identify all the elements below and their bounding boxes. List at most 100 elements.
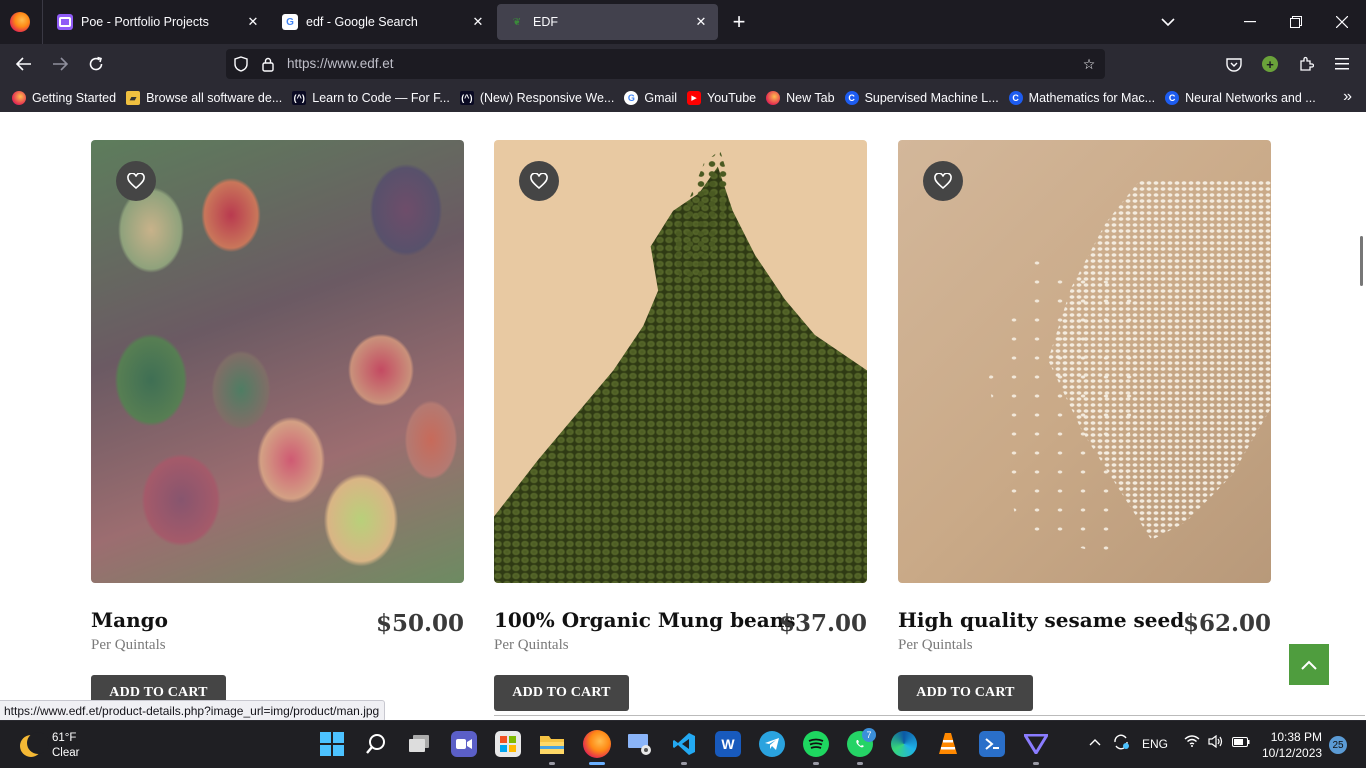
- product-price: $37.00: [778, 610, 867, 637]
- tab-google-search[interactable]: G edf - Google Search ✕: [270, 4, 495, 40]
- notification-count-badge[interactable]: 25: [1329, 736, 1347, 754]
- powershell-icon[interactable]: [979, 731, 1005, 757]
- sync-icon[interactable]: [1112, 734, 1130, 753]
- product-unit: Per Quintals: [898, 637, 973, 653]
- running-indicator: [549, 762, 555, 765]
- bookmark-label: Browse all software de...: [146, 91, 283, 105]
- show-hidden-icons-chevron-icon[interactable]: [1089, 735, 1101, 749]
- heart-icon[interactable]: [519, 161, 559, 201]
- hamburger-menu-icon[interactable]: [1330, 52, 1354, 76]
- reload-icon[interactable]: [84, 52, 108, 76]
- close-icon[interactable]: ✕: [469, 13, 487, 31]
- product-name[interactable]: Mango: [91, 608, 168, 632]
- heart-icon[interactable]: [116, 161, 156, 201]
- vscode-icon[interactable]: [671, 731, 697, 757]
- section-divider: [494, 715, 1365, 716]
- battery-icon[interactable]: [1232, 736, 1250, 750]
- scroll-to-top-button[interactable]: [1289, 644, 1329, 685]
- remote-desktop-icon[interactable]: [627, 731, 653, 757]
- bookmark-new-tab[interactable]: New Tab: [766, 91, 835, 105]
- bookmark-label: Gmail: [644, 91, 678, 105]
- bookmark-gmail[interactable]: G Gmail: [624, 91, 677, 105]
- file-explorer-icon[interactable]: [539, 731, 565, 757]
- language-indicator[interactable]: ENG: [1142, 737, 1168, 751]
- new-tab-plus-icon[interactable]: +: [728, 11, 750, 34]
- edge-icon[interactable]: [891, 731, 917, 757]
- firefox-icon: [766, 91, 781, 105]
- bookmark-getting-started[interactable]: Getting Started: [12, 91, 116, 105]
- url-text: https://www.edf.et: [287, 56, 394, 71]
- pocket-icon[interactable]: [1222, 52, 1246, 76]
- extensions-puzzle-icon[interactable]: [1294, 52, 1318, 76]
- tracking-protection-shield-icon[interactable]: [231, 54, 251, 74]
- telegram-icon[interactable]: [759, 731, 785, 757]
- google-icon: G: [624, 91, 639, 105]
- search-icon[interactable]: [363, 731, 389, 757]
- bookmark-neural-networks[interactable]: C Neural Networks and ...: [1165, 91, 1316, 105]
- product-card-mango: Mango $50.00 Per Quintals ADD TO CART: [91, 140, 464, 711]
- coursera-icon: C: [844, 91, 859, 105]
- wifi-icon[interactable]: [1184, 735, 1200, 750]
- lock-icon[interactable]: [258, 54, 278, 74]
- poe-icon: [57, 14, 73, 30]
- add-to-cart-button[interactable]: ADD TO CART: [494, 675, 629, 711]
- tab-separator: [42, 0, 43, 44]
- bookmark-supervised-ml[interactable]: C Supervised Machine L...: [844, 91, 999, 105]
- extension-green-icon[interactable]: +: [1258, 52, 1282, 76]
- close-window-icon[interactable]: [1330, 10, 1354, 34]
- tab-title: EDF: [533, 15, 558, 29]
- software-icon: ▰: [126, 91, 141, 105]
- windows-start-icon[interactable]: [319, 731, 345, 757]
- spotify-icon[interactable]: [803, 731, 829, 757]
- firefox-menu-icon[interactable]: [10, 12, 30, 32]
- firefox-taskbar-icon[interactable]: [583, 730, 611, 758]
- restore-icon[interactable]: [1284, 10, 1308, 34]
- bookmark-label: Mathematics for Mac...: [1028, 91, 1156, 105]
- edf-leaf-icon: ❦: [512, 16, 522, 28]
- mango-product-image[interactable]: [91, 140, 464, 583]
- web-page: Mango $50.00 Per Quintals ADD TO CART 10…: [0, 112, 1366, 720]
- product-price: $50.00: [375, 610, 464, 637]
- bookmark-label: New Tab: [786, 91, 835, 105]
- bookmark-label: Getting Started: [32, 91, 117, 105]
- product-card-sesame-seed: High quality sesame seed $62.00 Per Quin…: [898, 140, 1271, 711]
- page-scrollbar-thumb[interactable]: [1360, 236, 1363, 286]
- microsoft-store-icon[interactable]: [495, 731, 521, 757]
- clock-date: 10/12/2023: [1262, 746, 1323, 760]
- mung-beans-product-image[interactable]: [494, 140, 867, 583]
- vlc-icon[interactable]: [935, 731, 961, 757]
- bookmark-learn-to-code[interactable]: (^) Learn to Code — For F...: [292, 91, 450, 105]
- tab-title: Poe - Portfolio Projects: [81, 15, 209, 29]
- close-icon[interactable]: ✕: [244, 13, 262, 31]
- list-all-tabs-chevron-icon[interactable]: [1156, 10, 1180, 34]
- back-arrow-icon[interactable]: [12, 52, 36, 76]
- heart-icon[interactable]: [923, 161, 963, 201]
- close-icon[interactable]: ✕: [692, 13, 710, 31]
- sesame-seed-product-image[interactable]: [898, 140, 1271, 583]
- tab-poe[interactable]: Poe - Portfolio Projects ✕: [45, 4, 270, 40]
- volume-icon[interactable]: [1208, 734, 1224, 751]
- add-to-cart-button[interactable]: ADD TO CART: [898, 675, 1033, 711]
- navigation-toolbar: https://www.edf.et ☆ +: [0, 44, 1366, 84]
- url-bar[interactable]: https://www.edf.et ☆: [226, 49, 1105, 79]
- bookmark-mathematics[interactable]: C Mathematics for Mac...: [1008, 91, 1156, 105]
- bookmark-star-icon[interactable]: ☆: [1079, 54, 1099, 74]
- chat-camera-icon[interactable]: [451, 731, 477, 757]
- weather-condition: Clear: [52, 747, 80, 759]
- vpn-triangle-icon[interactable]: [1023, 731, 1049, 757]
- system-clock[interactable]: 10:38 PM 10/12/2023: [1262, 729, 1322, 761]
- minimize-icon[interactable]: [1238, 10, 1262, 34]
- bookmark-youtube[interactable]: ▶ YouTube: [687, 91, 756, 105]
- product-name[interactable]: 100% Organic Mung beans: [494, 608, 796, 632]
- word-icon[interactable]: W: [715, 731, 741, 757]
- link-status-url: https://www.edf.et/product-details.php?i…: [0, 700, 386, 722]
- more-bookmarks-chevron-icon[interactable]: »: [1343, 88, 1352, 106]
- bookmark-responsive-web[interactable]: (^) (New) Responsive We...: [459, 91, 614, 105]
- product-name[interactable]: High quality sesame seed: [898, 608, 1184, 632]
- weather-temperature: 61°F: [52, 732, 77, 744]
- forward-arrow-icon[interactable]: [48, 52, 72, 76]
- weather-widget[interactable]: 61°F Clear: [20, 731, 79, 761]
- tab-edf[interactable]: ❦ EDF ✕: [497, 4, 718, 40]
- task-view-icon[interactable]: [407, 731, 433, 757]
- bookmark-browse-software[interactable]: ▰ Browse all software de...: [126, 91, 282, 105]
